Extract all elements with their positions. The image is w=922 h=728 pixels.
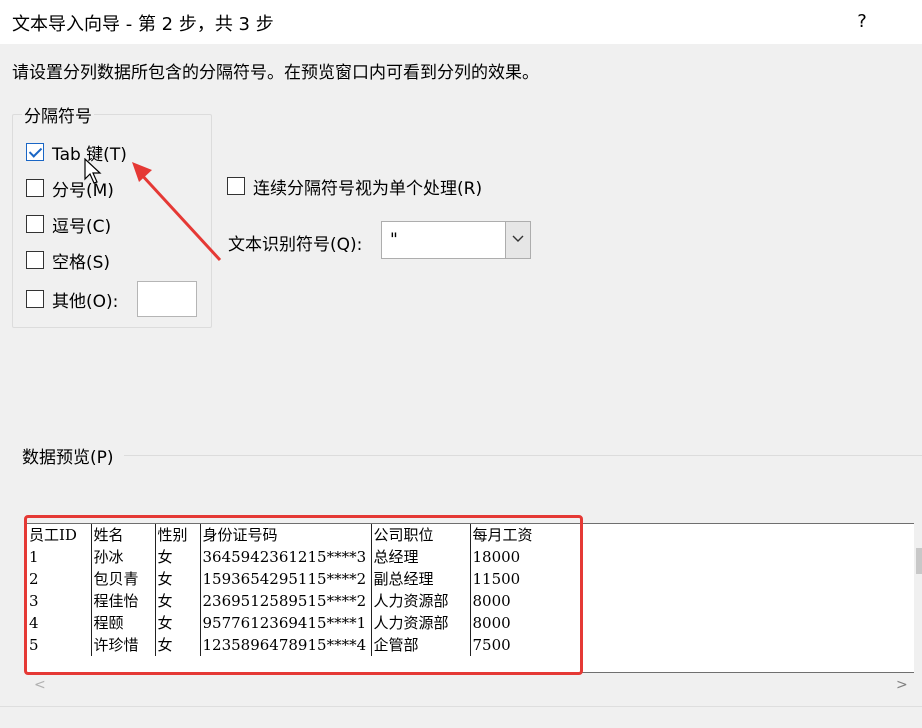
preview-cell: 3645942361215****3 — [200, 546, 372, 568]
other-checkbox[interactable] — [26, 290, 44, 308]
consecutive-label: 连续分隔符号视为单个处理(R) — [253, 178, 483, 199]
preview-cell: 人力资源部 — [371, 612, 471, 634]
text-qualifier-select[interactable]: " — [381, 221, 531, 259]
preview-cell: 许珍惜 — [91, 634, 156, 656]
preview-label: 数据预览(P) — [22, 448, 114, 468]
text-qualifier-label: 文本识别符号(Q): — [228, 235, 363, 255]
title-bar: 文本导入向导 - 第 2 步，共 3 步 ? — [0, 0, 922, 44]
preview-header-cell: 员工ID — [27, 524, 92, 546]
tab-checkbox[interactable] — [26, 143, 44, 161]
delimiters-group-title: 分隔符号 — [22, 102, 94, 127]
preview-header-cell: 身份证号码 — [200, 524, 372, 546]
preview-cell: 孙冰 — [91, 546, 156, 568]
preview-cell: 1235896478915****4 — [200, 634, 372, 656]
preview-cell: 女 — [155, 568, 201, 590]
chevron-down-icon — [512, 235, 524, 242]
comma-label: 逗号(C) — [52, 216, 112, 237]
preview-cell: 11500 — [472, 570, 521, 588]
preview-cell: 2369512589515****2 — [200, 590, 372, 612]
preview-cell: 3 — [27, 590, 92, 612]
preview-header-cell: 公司职位 — [371, 524, 471, 546]
preview-header-cell: 姓名 — [91, 524, 156, 546]
preview-cell: 2 — [27, 568, 92, 590]
preview-cell: 5 — [27, 634, 92, 656]
preview-header-cell: 性别 — [155, 524, 201, 546]
preview-data-row: 1 孙冰女 3645942361215****3 总经理 18000 — [27, 546, 590, 568]
preview-table: 员工ID 姓名 性别 身份证号码 公司职位 每月工资 1 孙冰女 3645942361215**… — [27, 524, 590, 656]
space-label: 空格(S) — [52, 252, 111, 273]
space-option[interactable]: 空格(S) — [26, 248, 111, 273]
tab-option[interactable]: Tab 键(T) — [26, 140, 127, 165]
window-title: 文本导入向导 - 第 2 步，共 3 步 — [12, 14, 274, 35]
preview-cell: 1593654295115****2 — [200, 568, 372, 590]
other-label: 其他(O): — [52, 291, 119, 312]
preview-data-row: 4 程颐女 9577612369415****1 人力资源部 8000 — [27, 612, 590, 634]
instruction-text: 请设置分列数据所包含的分隔符号。在预览窗口内可看到分列的效果。 — [12, 63, 539, 83]
preview-header-cell: 每月工资 — [472, 526, 533, 544]
preview-cell: 总经理 — [371, 546, 471, 568]
preview-cell: 企管部 — [371, 634, 471, 656]
preview-cell: 副总经理 — [371, 568, 471, 590]
preview-cell: 4 — [27, 612, 92, 634]
preview-cell: 女 — [155, 634, 201, 656]
preview-data-row: 3 程佳怡女 2369512589515****2 人力资源部 8000 — [27, 590, 590, 612]
preview-header-row: 员工ID 姓名 性别 身份证号码 公司职位 每月工资 — [27, 524, 590, 546]
preview-cell: 8000 — [472, 614, 511, 632]
preview-cell: 程佳怡 — [91, 590, 156, 612]
preview-cell: 18000 — [472, 548, 521, 566]
preview-divider — [124, 455, 922, 456]
semicolon-label: 分号(M) — [52, 180, 114, 201]
preview-cell: 程颐 — [91, 612, 156, 634]
preview-cell: 女 — [155, 612, 201, 634]
data-preview[interactable]: 员工ID 姓名 性别 身份证号码 公司职位 每月工资 1 孙冰女 3645942361215**… — [26, 523, 915, 673]
semicolon-option[interactable]: 分号(M) — [26, 176, 114, 201]
preview-cell: 人力资源部 — [371, 590, 471, 612]
text-qualifier-value: " — [390, 230, 398, 250]
preview-cell: 1 — [27, 546, 92, 568]
other-option[interactable]: 其他(O): — [26, 287, 119, 312]
vertical-scroll-thumb[interactable] — [916, 548, 922, 574]
scroll-left-icon[interactable]: < — [34, 677, 46, 693]
preview-cell: 包贝青 — [91, 568, 156, 590]
preview-cell: 8000 — [472, 592, 511, 610]
dropdown-button[interactable] — [505, 222, 530, 258]
help-button[interactable]: ? — [850, 8, 874, 36]
other-delimiter-input[interactable] — [137, 281, 197, 317]
preview-cell: 7500 — [472, 636, 511, 654]
consecutive-checkbox[interactable] — [227, 177, 245, 195]
comma-checkbox[interactable] — [26, 215, 44, 233]
preview-cell: 女 — [155, 546, 201, 568]
preview-cell: 女 — [155, 590, 201, 612]
tab-label: Tab 键(T) — [52, 144, 127, 165]
consecutive-option[interactable]: 连续分隔符号视为单个处理(R) — [227, 174, 483, 199]
vertical-scrollbar[interactable] — [914, 523, 922, 673]
comma-option[interactable]: 逗号(C) — [26, 212, 112, 237]
preview-data-row: 2 包贝青女 1593654295115****2 副总经理 11500 — [27, 568, 590, 590]
space-checkbox[interactable] — [26, 251, 44, 269]
semicolon-checkbox[interactable] — [26, 179, 44, 197]
preview-data-row: 5 许珍惜女 1235896478915****4 企管部 7500 — [27, 634, 590, 656]
footer-divider — [0, 706, 922, 707]
preview-cell: 9577612369415****1 — [200, 612, 372, 634]
scroll-right-icon[interactable]: > — [896, 677, 908, 693]
